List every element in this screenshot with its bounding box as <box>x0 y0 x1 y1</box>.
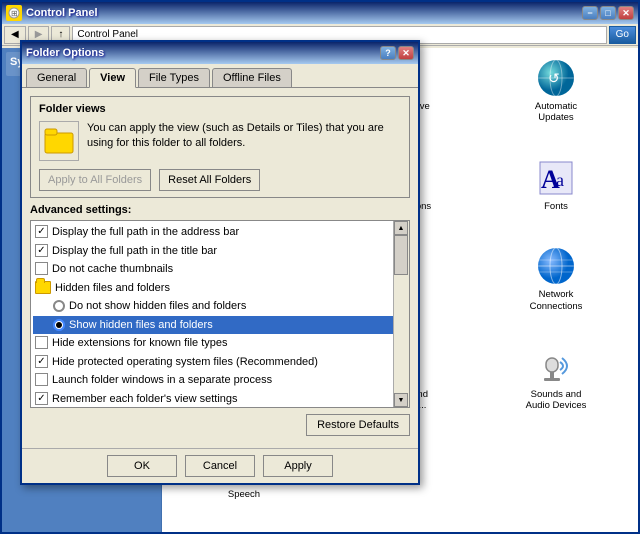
settings-item-1[interactable]: Display the full path in the title bar <box>33 242 393 261</box>
reset-all-folders-button[interactable]: Reset All Folders <box>159 169 260 191</box>
scroll-up-button[interactable]: ▲ <box>394 221 408 235</box>
settings-item-6[interactable]: Hide extensions for known file types <box>33 334 393 353</box>
settings-item-4[interactable]: Do not show hidden files and folders <box>33 297 393 316</box>
sounds-label: Sounds and Audio Devices <box>520 389 592 412</box>
scroll-down-button[interactable]: ▼ <box>394 393 408 407</box>
folder-views-section: Folder views You can apply the view (suc… <box>30 96 410 198</box>
settings-item-8[interactable]: Launch folder windows in a separate proc… <box>33 371 393 390</box>
network-icon <box>536 246 576 286</box>
go-button[interactable]: Go <box>609 26 636 44</box>
network-label: Network Connections <box>520 289 592 312</box>
dialog-help-button[interactable]: ? <box>380 46 396 60</box>
advanced-settings-label: Advanced settings: <box>30 204 410 216</box>
address-text: Control Panel <box>77 29 138 40</box>
cancel-button[interactable]: Cancel <box>185 455 255 477</box>
settings-list[interactable]: Display the full path in the address bar… <box>31 221 409 407</box>
cp-icon-sounds[interactable]: Sounds and Audio Devices <box>480 342 632 438</box>
cp-titlebar-icon: ⊞ <box>6 5 22 21</box>
tab-general[interactable]: General <box>26 68 87 87</box>
auto-updates-label: Automatic Updates <box>520 101 592 124</box>
watermark: groovyPost.com <box>571 520 636 530</box>
folder-views-title: Folder views <box>39 103 401 115</box>
cp-maximize-button[interactable]: □ <box>600 6 616 20</box>
settings-list-container: Display the full path in the address bar… <box>30 220 410 408</box>
settings-label-8: Launch folder windows in a separate proc… <box>52 372 272 389</box>
checkbox-8[interactable] <box>35 373 48 386</box>
sounds-icon <box>536 346 576 386</box>
dialog-close-button[interactable]: ✕ <box>398 46 414 60</box>
speech-label: Speech <box>228 489 260 500</box>
cp-icon-fonts[interactable]: A a Fonts <box>480 154 632 238</box>
checkbox-2[interactable] <box>35 262 48 275</box>
svg-text:⊞: ⊞ <box>11 9 18 18</box>
restore-defaults-row: Restore Defaults <box>30 414 410 436</box>
apply-button[interactable]: Apply <box>263 455 333 477</box>
settings-item-0[interactable]: Display the full path in the address bar <box>33 223 393 242</box>
dialog-title: Folder Options <box>26 47 376 59</box>
folder-views-description: You can apply the view (such as Details … <box>87 121 401 152</box>
fonts-label: Fonts <box>544 201 568 212</box>
checkbox-1[interactable] <box>35 244 48 257</box>
dialog-footer: OK Cancel Apply <box>22 448 418 483</box>
cp-window-controls: − □ ✕ <box>582 6 634 20</box>
folder-options-dialog: Folder Options ? ✕ General View File Typ… <box>20 40 420 485</box>
cp-minimize-button[interactable]: − <box>582 6 598 20</box>
settings-label-4: Do not show hidden files and folders <box>69 298 246 315</box>
settings-label-7: Hide protected operating system files (R… <box>52 354 318 371</box>
tab-view[interactable]: View <box>89 68 136 88</box>
folder-preview-icon <box>39 121 79 161</box>
settings-item-9[interactable]: Remember each folder's view settings <box>33 390 393 408</box>
settings-item-5[interactable]: Show hidden files and folders <box>33 316 393 335</box>
cp-title: Control Panel <box>26 7 578 19</box>
checkbox-7[interactable] <box>35 355 48 368</box>
dialog-titlebar: Folder Options ? ✕ <box>22 42 418 64</box>
cp-close-button[interactable]: ✕ <box>618 6 634 20</box>
settings-item-2[interactable]: Do not cache thumbnails <box>33 260 393 279</box>
tab-offline-files[interactable]: Offline Files <box>212 68 292 87</box>
checkbox-0[interactable] <box>35 225 48 238</box>
settings-label-5: Show hidden files and folders <box>69 317 213 334</box>
settings-item-7[interactable]: Hide protected operating system files (R… <box>33 353 393 372</box>
apply-to-all-folders-button[interactable]: Apply to All Folders <box>39 169 151 191</box>
cp-icon-network[interactable]: Network Connections <box>480 242 632 338</box>
fonts-icon: A a <box>536 158 576 198</box>
settings-label-3: Hidden files and folders <box>55 280 170 297</box>
ok-button[interactable]: OK <box>107 455 177 477</box>
restore-defaults-button[interactable]: Restore Defaults <box>306 414 410 436</box>
cp-icon-auto-updates[interactable]: ↺ Automatic Updates <box>480 54 632 150</box>
checkbox-6[interactable] <box>35 336 48 349</box>
settings-label-9: Remember each folder's view settings <box>52 391 238 408</box>
folder-views-inner: You can apply the view (such as Details … <box>39 121 401 161</box>
radio-5[interactable] <box>53 319 65 331</box>
settings-label-2: Do not cache thumbnails <box>52 261 173 278</box>
svg-text:↺: ↺ <box>548 70 560 86</box>
radio-4[interactable] <box>53 300 65 312</box>
settings-label-1: Display the full path in the title bar <box>52 243 217 260</box>
settings-item-3: Hidden files and folders <box>33 279 393 298</box>
auto-updates-icon: ↺ <box>536 58 576 98</box>
settings-label-6: Hide extensions for known file types <box>52 335 227 352</box>
settings-label-0: Display the full path in the address bar <box>52 224 239 241</box>
dialog-content: Folder views You can apply the view (suc… <box>22 87 418 448</box>
settings-scrollbar: ▲ ▼ <box>393 221 409 407</box>
dialog-tabs: General View File Types Offline Files <box>22 64 418 87</box>
dialog-controls: ? ✕ <box>380 46 414 60</box>
scroll-thumb[interactable] <box>394 235 408 275</box>
checkbox-9[interactable] <box>35 392 48 405</box>
folder-icon-3 <box>35 281 51 294</box>
tab-file-types[interactable]: File Types <box>138 68 210 87</box>
folder-view-buttons: Apply to All Folders Reset All Folders <box>39 169 401 191</box>
svg-text:a: a <box>556 170 564 190</box>
scroll-track <box>394 235 409 393</box>
cp-titlebar: ⊞ Control Panel − □ ✕ <box>2 2 638 24</box>
